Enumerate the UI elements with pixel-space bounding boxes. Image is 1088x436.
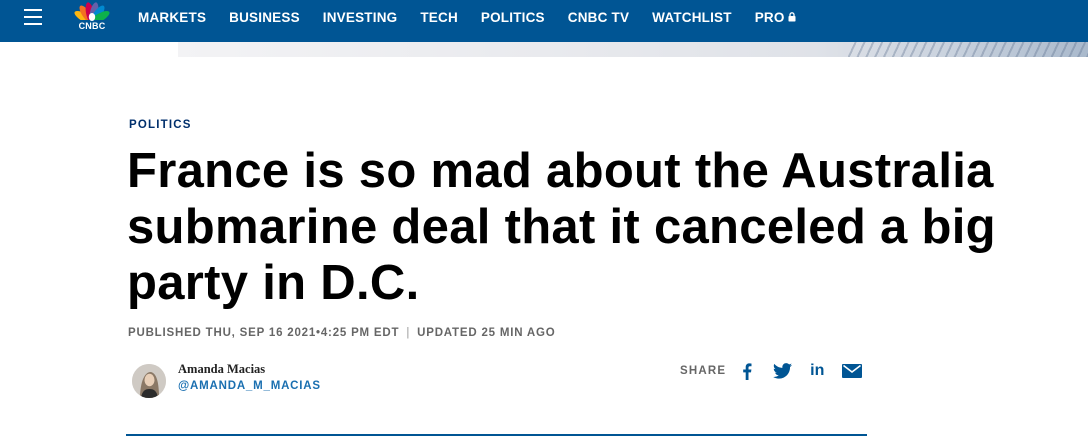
lock-icon (788, 12, 796, 22)
author-name-link[interactable]: Amanda Macias (178, 362, 265, 377)
share-label: SHARE (680, 365, 727, 377)
twitter-icon[interactable] (771, 360, 793, 382)
top-navbar: CNBC MARKETS BUSINESS INVESTING TECH POL… (0, 0, 1088, 42)
hero-image-texture (848, 42, 1088, 57)
nav-item-watchlist[interactable]: WATCHLIST (652, 10, 732, 25)
nav-item-investing[interactable]: INVESTING (323, 10, 398, 25)
nav-item-cnbc-tv[interactable]: CNBC TV (568, 10, 629, 25)
article-headline: France is so mad about the Australia sub… (127, 144, 996, 310)
author-twitter-handle-link[interactable]: @AMANDA_M_MACIAS (178, 380, 321, 392)
linkedin-icon[interactable]: in (806, 360, 828, 382)
nav-item-politics[interactable]: POLITICS (481, 10, 545, 25)
nav-item-pro[interactable]: PRO (755, 10, 796, 25)
nav-item-business[interactable]: BUSINESS (229, 10, 300, 25)
dateline-separator: | (406, 327, 411, 339)
updated-timestamp: UPDATED 25 MIN AGO (417, 327, 556, 339)
email-icon[interactable] (841, 360, 863, 382)
main-nav: MARKETS BUSINESS INVESTING TECH POLITICS… (138, 10, 796, 25)
article-dateline: PUBLISHED THU, SEP 16 2021•4:25 PM EDT |… (128, 327, 555, 339)
section-eyebrow-link[interactable]: POLITICS (129, 119, 192, 131)
avatar-portrait-icon (132, 364, 166, 398)
facebook-icon[interactable] (736, 360, 758, 382)
author-avatar[interactable] (132, 364, 166, 398)
hamburger-menu-icon[interactable] (24, 9, 42, 25)
logo-text: CNBC (78, 21, 106, 31)
nav-item-pro-label: PRO (754, 10, 785, 25)
share-bar: SHARE in (680, 360, 863, 382)
published-timestamp: PUBLISHED THU, SEP 16 2021•4:25 PM EDT (128, 327, 400, 339)
nav-item-tech[interactable]: TECH (420, 10, 458, 25)
hero-image-strip (178, 42, 1088, 57)
nav-item-markets[interactable]: MARKETS (138, 10, 206, 25)
